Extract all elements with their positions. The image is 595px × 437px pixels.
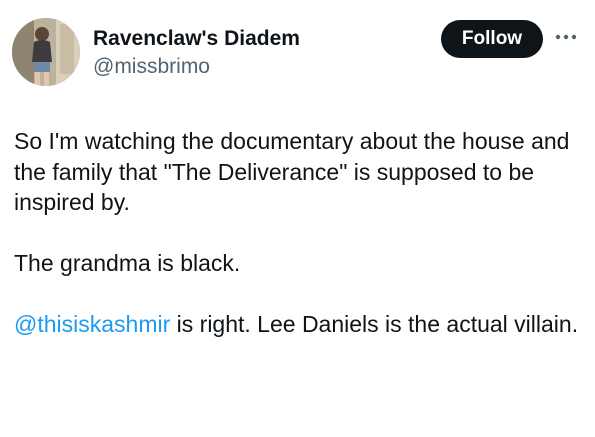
- tweet-paragraph-3: @thisiskashmir is right. Lee Daniels is …: [14, 309, 584, 340]
- tweet-paragraph-1: So I'm watching the documentary about th…: [14, 128, 570, 215]
- author-handle[interactable]: @missbrimo: [93, 54, 210, 80]
- user-avatar[interactable]: [12, 18, 80, 86]
- mention-link[interactable]: @thisiskashmir: [14, 311, 170, 337]
- author-display-name[interactable]: Ravenclaw's Diadem: [93, 26, 300, 52]
- more-options-button[interactable]: [553, 28, 579, 46]
- avatar-photo-icon: [12, 18, 80, 86]
- tweet-card: Ravenclaw's Diadem @missbrimo Follow So …: [0, 0, 595, 437]
- follow-button[interactable]: Follow: [441, 20, 543, 58]
- tweet-text: So I'm watching the documentary about th…: [14, 126, 584, 340]
- tweet-paragraph-2: The grandma is black.: [14, 250, 241, 276]
- more-dots-icon: [555, 34, 577, 40]
- tweet-paragraph-3-text: is right. Lee Daniels is the actual vill…: [170, 311, 579, 337]
